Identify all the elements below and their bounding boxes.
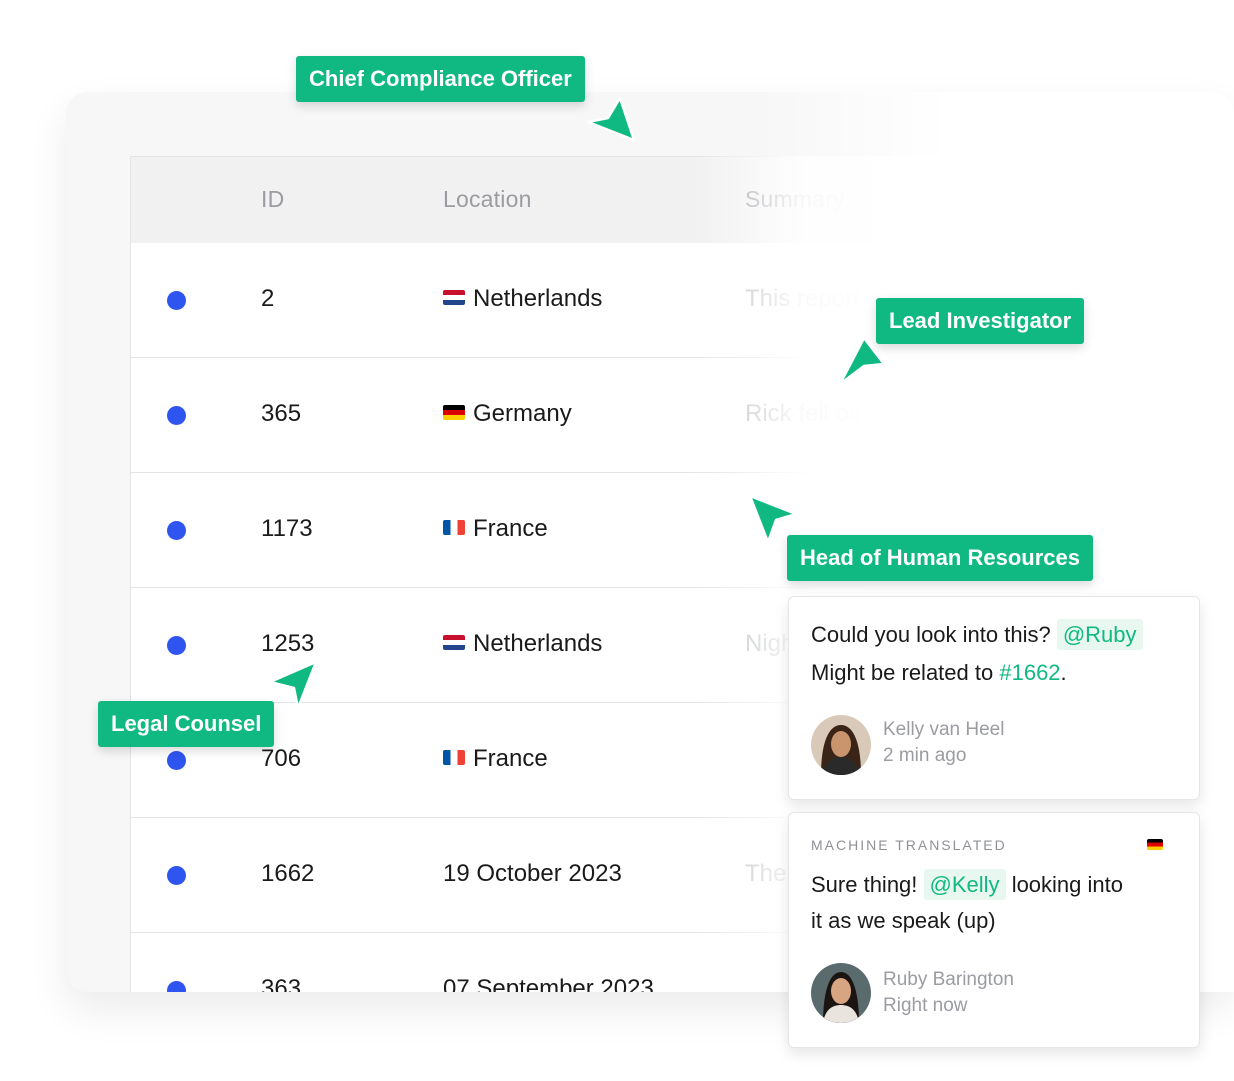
comment-text-line: it as we speak (up) [811,908,996,933]
cursor-pointer-icon [586,96,636,142]
cell-location: Germany [443,400,572,428]
cell-id: 2 [261,285,275,312]
germany-flag-icon [1147,839,1163,850]
netherlands-flag-icon [443,289,465,305]
status-dot [167,751,186,770]
comment-text-line: Might be related to #1662. [811,655,1067,691]
comment-card[interactable]: MACHINE TRANSLATED Sure thing! @Kelly lo… [788,812,1200,1048]
france-flag-icon [443,519,465,535]
comment-text-line: Sure thing! @Kelly looking into [811,867,1123,903]
machine-translated-badge: MACHINE TRANSLATED [811,837,1007,853]
location-text: France [473,515,548,542]
column-header-summary[interactable]: Summary [745,186,845,213]
location-text: Germany [473,400,572,427]
status-dot [167,636,186,655]
cell-location: 19 October 2023 [443,860,622,887]
cell-location: Netherlands [443,285,602,313]
cell-location: France [443,745,548,773]
comment-author: Kelly van Heel [883,719,1005,740]
comment-author: Ruby Barington [883,969,1014,990]
cell-id: 1253 [261,630,315,657]
location-text: Netherlands [473,285,603,312]
status-dot [167,981,186,992]
role-tag-chief-compliance: Chief Compliance Officer [296,56,585,102]
cell-summary: Rick fell ov [745,400,862,427]
status-dot [167,866,186,885]
cell-id: 1662 [261,860,315,887]
cursor-pointer-icon [268,660,318,710]
cell-summary: Nigh [745,630,795,657]
germany-flag-icon [443,404,465,420]
role-tag-head-hr: Head of Human Resources [787,535,1093,581]
mention-tag[interactable]: @Kelly [923,869,1006,900]
location-text: Netherlands [473,630,603,657]
cell-location: Netherlands [443,630,602,658]
user-photo-icon [811,715,871,775]
report-reference-link[interactable]: #1662 [999,660,1060,685]
table-row[interactable]: 365 Germany Rick fell ov [131,358,1234,473]
role-tag-lead-investigator: Lead Investigator [876,298,1085,344]
comment-text: Sure thing! [811,872,918,897]
avatar [811,963,871,1023]
mention-tag[interactable]: @Ruby [1056,619,1143,650]
column-header-location[interactable]: Location [443,186,532,213]
comment-timestamp: Right now [883,995,968,1016]
cell-id: 1173 [261,515,313,542]
cell-id: 706 [261,745,302,772]
cell-id: 363 [261,975,302,992]
column-header-id[interactable]: ID [261,186,284,213]
cell-location: 07 September 2023 [443,975,654,992]
location-text: France [473,745,548,772]
punctuation: . [1060,660,1067,685]
comment-text-line: Could you look into this? @Ruby [811,617,1143,653]
comment-timestamp: 2 min ago [883,745,967,766]
comment-text: Could you look into this? [811,622,1051,647]
table-header: ID Location Summary [131,156,1234,244]
cursor-pointer-icon [838,336,886,386]
comment-card[interactable]: Could you look into this? @Ruby Might be… [788,596,1200,800]
avatar [811,715,871,775]
comment-text: looking into [1011,872,1123,897]
cell-summary: The [745,860,787,887]
cell-location: France [443,515,548,543]
cell-id: 365 [261,400,302,427]
status-dot [167,291,186,310]
role-tag-legal-counsel: Legal Counsel [98,701,275,747]
cell-summary: This report [745,285,860,312]
comment-text: Might be related to [811,660,994,685]
status-dot [167,521,186,540]
netherlands-flag-icon [443,634,465,650]
france-flag-icon [443,749,465,765]
status-dot [167,406,186,425]
user-photo-icon [811,963,871,1023]
